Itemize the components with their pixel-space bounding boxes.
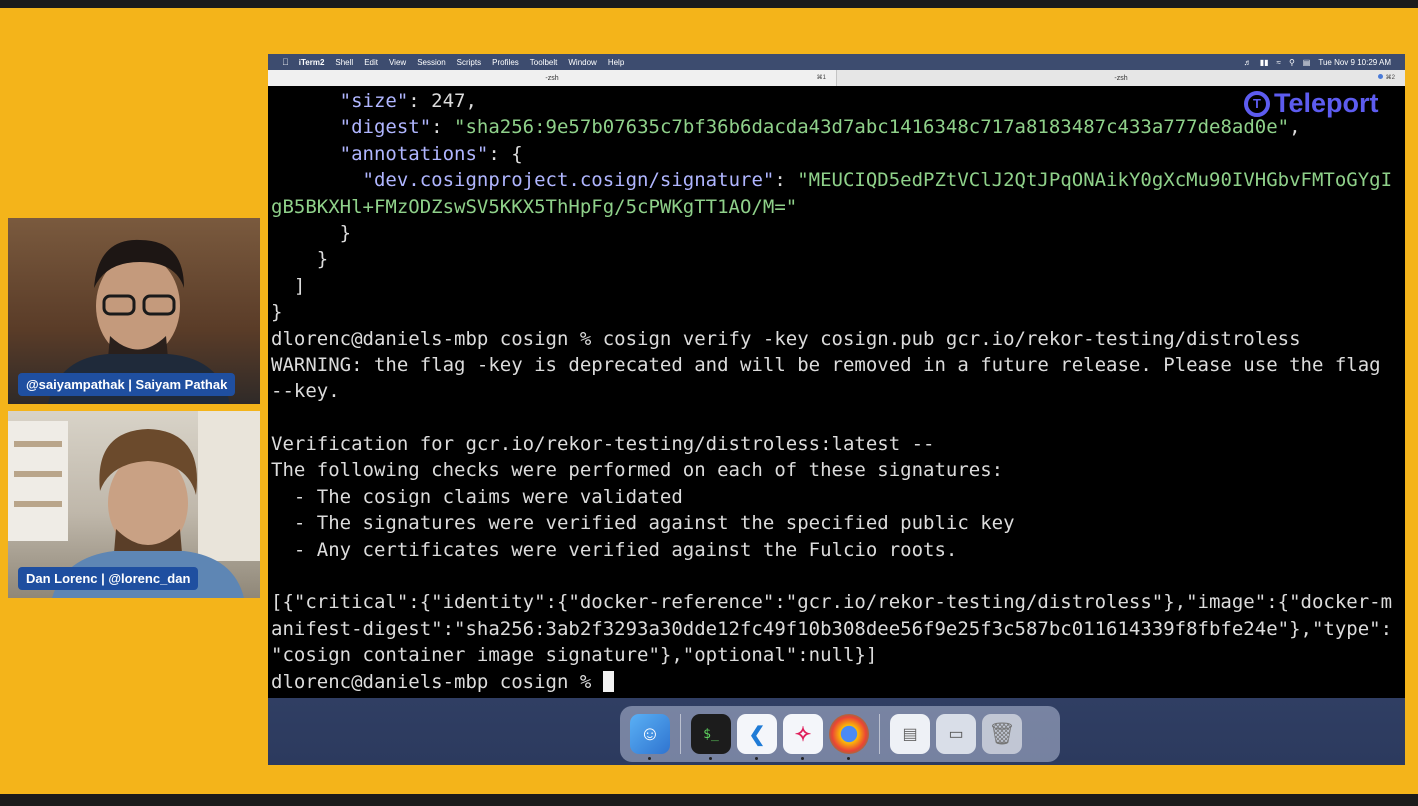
terminal-line: - The signatures were verified against t… bbox=[271, 512, 1015, 535]
json-text: : bbox=[774, 169, 798, 192]
terminal-output[interactable]: "size": 247, "digest": "sha256:9e57b0763… bbox=[268, 86, 1405, 698]
finder-icon[interactable]: ☺ bbox=[630, 714, 670, 760]
menu-app-iterm2[interactable]: iTerm2 bbox=[299, 58, 325, 67]
terminal-line: "cosign container image signature"},"opt… bbox=[271, 644, 878, 667]
menu-help[interactable]: Help bbox=[608, 58, 624, 67]
vscode-icon[interactable]: ❮ bbox=[737, 714, 777, 760]
trash-icon[interactable]: 🗑 bbox=[982, 714, 1022, 754]
wifi-icon[interactable]: ≈ bbox=[1277, 58, 1281, 67]
terminal-line: "size": 247, bbox=[271, 88, 1405, 114]
terminal-line: dlorenc@daniels-mbp cosign % cosign veri… bbox=[271, 327, 1301, 350]
tab-title: -zsh bbox=[545, 74, 559, 82]
json-text: : bbox=[431, 116, 455, 139]
json-string: "sha256:9e57b07635c7bf36b6dacda43d7abc14… bbox=[454, 116, 1290, 139]
terminal-line: WARNING: the flag -key is deprecated and… bbox=[271, 353, 1381, 376]
json-string: "MEUCIQD5edPZtVClJ2QtJPqONAikY0gXcMu90IV… bbox=[797, 169, 1393, 192]
terminal-line: } bbox=[271, 221, 352, 244]
tab-zsh-2[interactable]: -zsh ⌘2 bbox=[836, 70, 1405, 86]
tab-zsh-1[interactable]: -zsh ⌘1 bbox=[268, 70, 836, 86]
stream-background: @saiyampathak | Saiyam Pathak Dan Lorenc… bbox=[0, 8, 1418, 794]
json-text: : 247, bbox=[408, 90, 477, 112]
shell-prompt: dlorenc@daniels-mbp cosign % bbox=[271, 670, 603, 693]
menu-session[interactable]: Session bbox=[417, 58, 445, 67]
tab-shortcut: ⌘1 bbox=[816, 75, 826, 81]
terminal-line: } bbox=[271, 301, 283, 324]
terminal-line: Verification for gcr.io/rekor-testing/di… bbox=[271, 433, 935, 456]
terminal-line: "dev.cosignproject.cosign/signature": "M… bbox=[271, 167, 1405, 193]
macos-dock: ☺ $_ ❮ ✧ ▤ ▭ 🗑 bbox=[620, 706, 1060, 762]
battery-icon[interactable]: ▮▮ bbox=[1260, 58, 1269, 67]
terminal-line: "annotations": { bbox=[271, 141, 1405, 167]
json-key: "size" bbox=[339, 90, 409, 112]
shared-screen:  iTerm2 Shell Edit View Session Scripts… bbox=[268, 54, 1405, 765]
teleport-brand-text: Teleport bbox=[1274, 88, 1379, 118]
terminal-line: ] bbox=[271, 274, 306, 297]
macos-menu-bar:  iTerm2 Shell Edit View Session Scripts… bbox=[268, 54, 1405, 70]
menu-view[interactable]: View bbox=[389, 58, 406, 67]
json-key: "dev.cosignproject.cosign/signature" bbox=[362, 169, 775, 192]
running-indicator bbox=[801, 757, 804, 760]
running-indicator bbox=[847, 757, 850, 760]
status-area: ♬ ▮▮ ≈ ⚲ ▤ Tue Nov 9 10:29 AM bbox=[1244, 58, 1391, 67]
preview-icon[interactable]: ▤ bbox=[890, 714, 930, 754]
running-indicator bbox=[755, 757, 758, 760]
terminal-line: gB5BKXHl+FMzODZswSV5KKX5ThHpFg/5cPWKgTT1… bbox=[271, 194, 1405, 220]
participant-name-badge: Dan Lorenc | @lorenc_dan bbox=[18, 567, 199, 590]
teleport-logo: T Teleport bbox=[1244, 88, 1379, 119]
slack-icon[interactable]: ✧ bbox=[783, 714, 823, 760]
running-indicator bbox=[709, 757, 712, 760]
terminal-line: "digest": "sha256:9e57b07635c7bf36b6dacd… bbox=[271, 114, 1405, 140]
menu-edit[interactable]: Edit bbox=[364, 58, 378, 67]
chrome-icon[interactable] bbox=[829, 714, 869, 760]
search-icon[interactable]: ⚲ bbox=[1289, 58, 1295, 67]
running-indicator bbox=[648, 757, 651, 760]
webcam-feed-saiyam: @saiyampathak | Saiyam Pathak bbox=[8, 218, 260, 404]
apple-icon[interactable]:  bbox=[282, 57, 289, 67]
terminal-line: [{"critical":{"identity":{"docker-refere… bbox=[271, 591, 1393, 614]
iterm-tab-bar: -zsh ⌘1 -zsh ⌘2 bbox=[268, 70, 1405, 87]
terminal-line: --key. bbox=[271, 380, 340, 403]
json-key: "digest" bbox=[339, 116, 432, 139]
tab-shortcut: ⌘2 bbox=[1377, 74, 1395, 81]
terminal-line: - The cosign claims were validated bbox=[271, 485, 683, 508]
json-string: gB5BKXHl+FMzODZswSV5KKX5ThHpFg/5cPWKgTT1… bbox=[271, 195, 798, 218]
teleport-logo-icon: T bbox=[1244, 90, 1270, 117]
menu-shell[interactable]: Shell bbox=[335, 58, 353, 67]
window-icon[interactable]: ▭ bbox=[936, 714, 976, 754]
activity-dot-icon bbox=[1377, 74, 1383, 79]
sound-icon[interactable]: ♬ bbox=[1244, 58, 1252, 67]
terminal-line: anifest-digest":"sha256:3ab2f3293a30dde1… bbox=[271, 617, 1393, 640]
webcam-feed-dan: Dan Lorenc | @lorenc_dan bbox=[8, 411, 260, 598]
json-key: "annotations" bbox=[339, 142, 489, 165]
terminal-prompt-line[interactable]: dlorenc@daniels-mbp cosign % bbox=[271, 669, 1405, 695]
menubar-clock[interactable]: Tue Nov 9 10:29 AM bbox=[1318, 58, 1391, 67]
control-center-icon[interactable]: ▤ bbox=[1303, 58, 1311, 67]
menu-window[interactable]: Window bbox=[568, 58, 596, 67]
dock-divider bbox=[680, 714, 681, 754]
menu-toolbelt[interactable]: Toolbelt bbox=[530, 58, 558, 67]
menu-profiles[interactable]: Profiles bbox=[492, 58, 519, 67]
json-text: : { bbox=[488, 142, 523, 165]
text-cursor bbox=[602, 670, 614, 692]
tab-title: -zsh bbox=[1114, 74, 1128, 82]
participant-name-badge: @saiyampathak | Saiyam Pathak bbox=[18, 373, 236, 396]
terminal-icon[interactable]: $_ bbox=[691, 714, 731, 760]
tab-shortcut-text: ⌘2 bbox=[1385, 75, 1395, 81]
terminal-line: The following checks were performed on e… bbox=[271, 459, 1004, 482]
dock-divider bbox=[879, 714, 880, 754]
menu-scripts[interactable]: Scripts bbox=[457, 58, 481, 67]
json-text: , bbox=[1289, 116, 1301, 139]
terminal-line: } bbox=[271, 248, 329, 271]
terminal-line: - Any certificates were verified against… bbox=[271, 538, 958, 561]
